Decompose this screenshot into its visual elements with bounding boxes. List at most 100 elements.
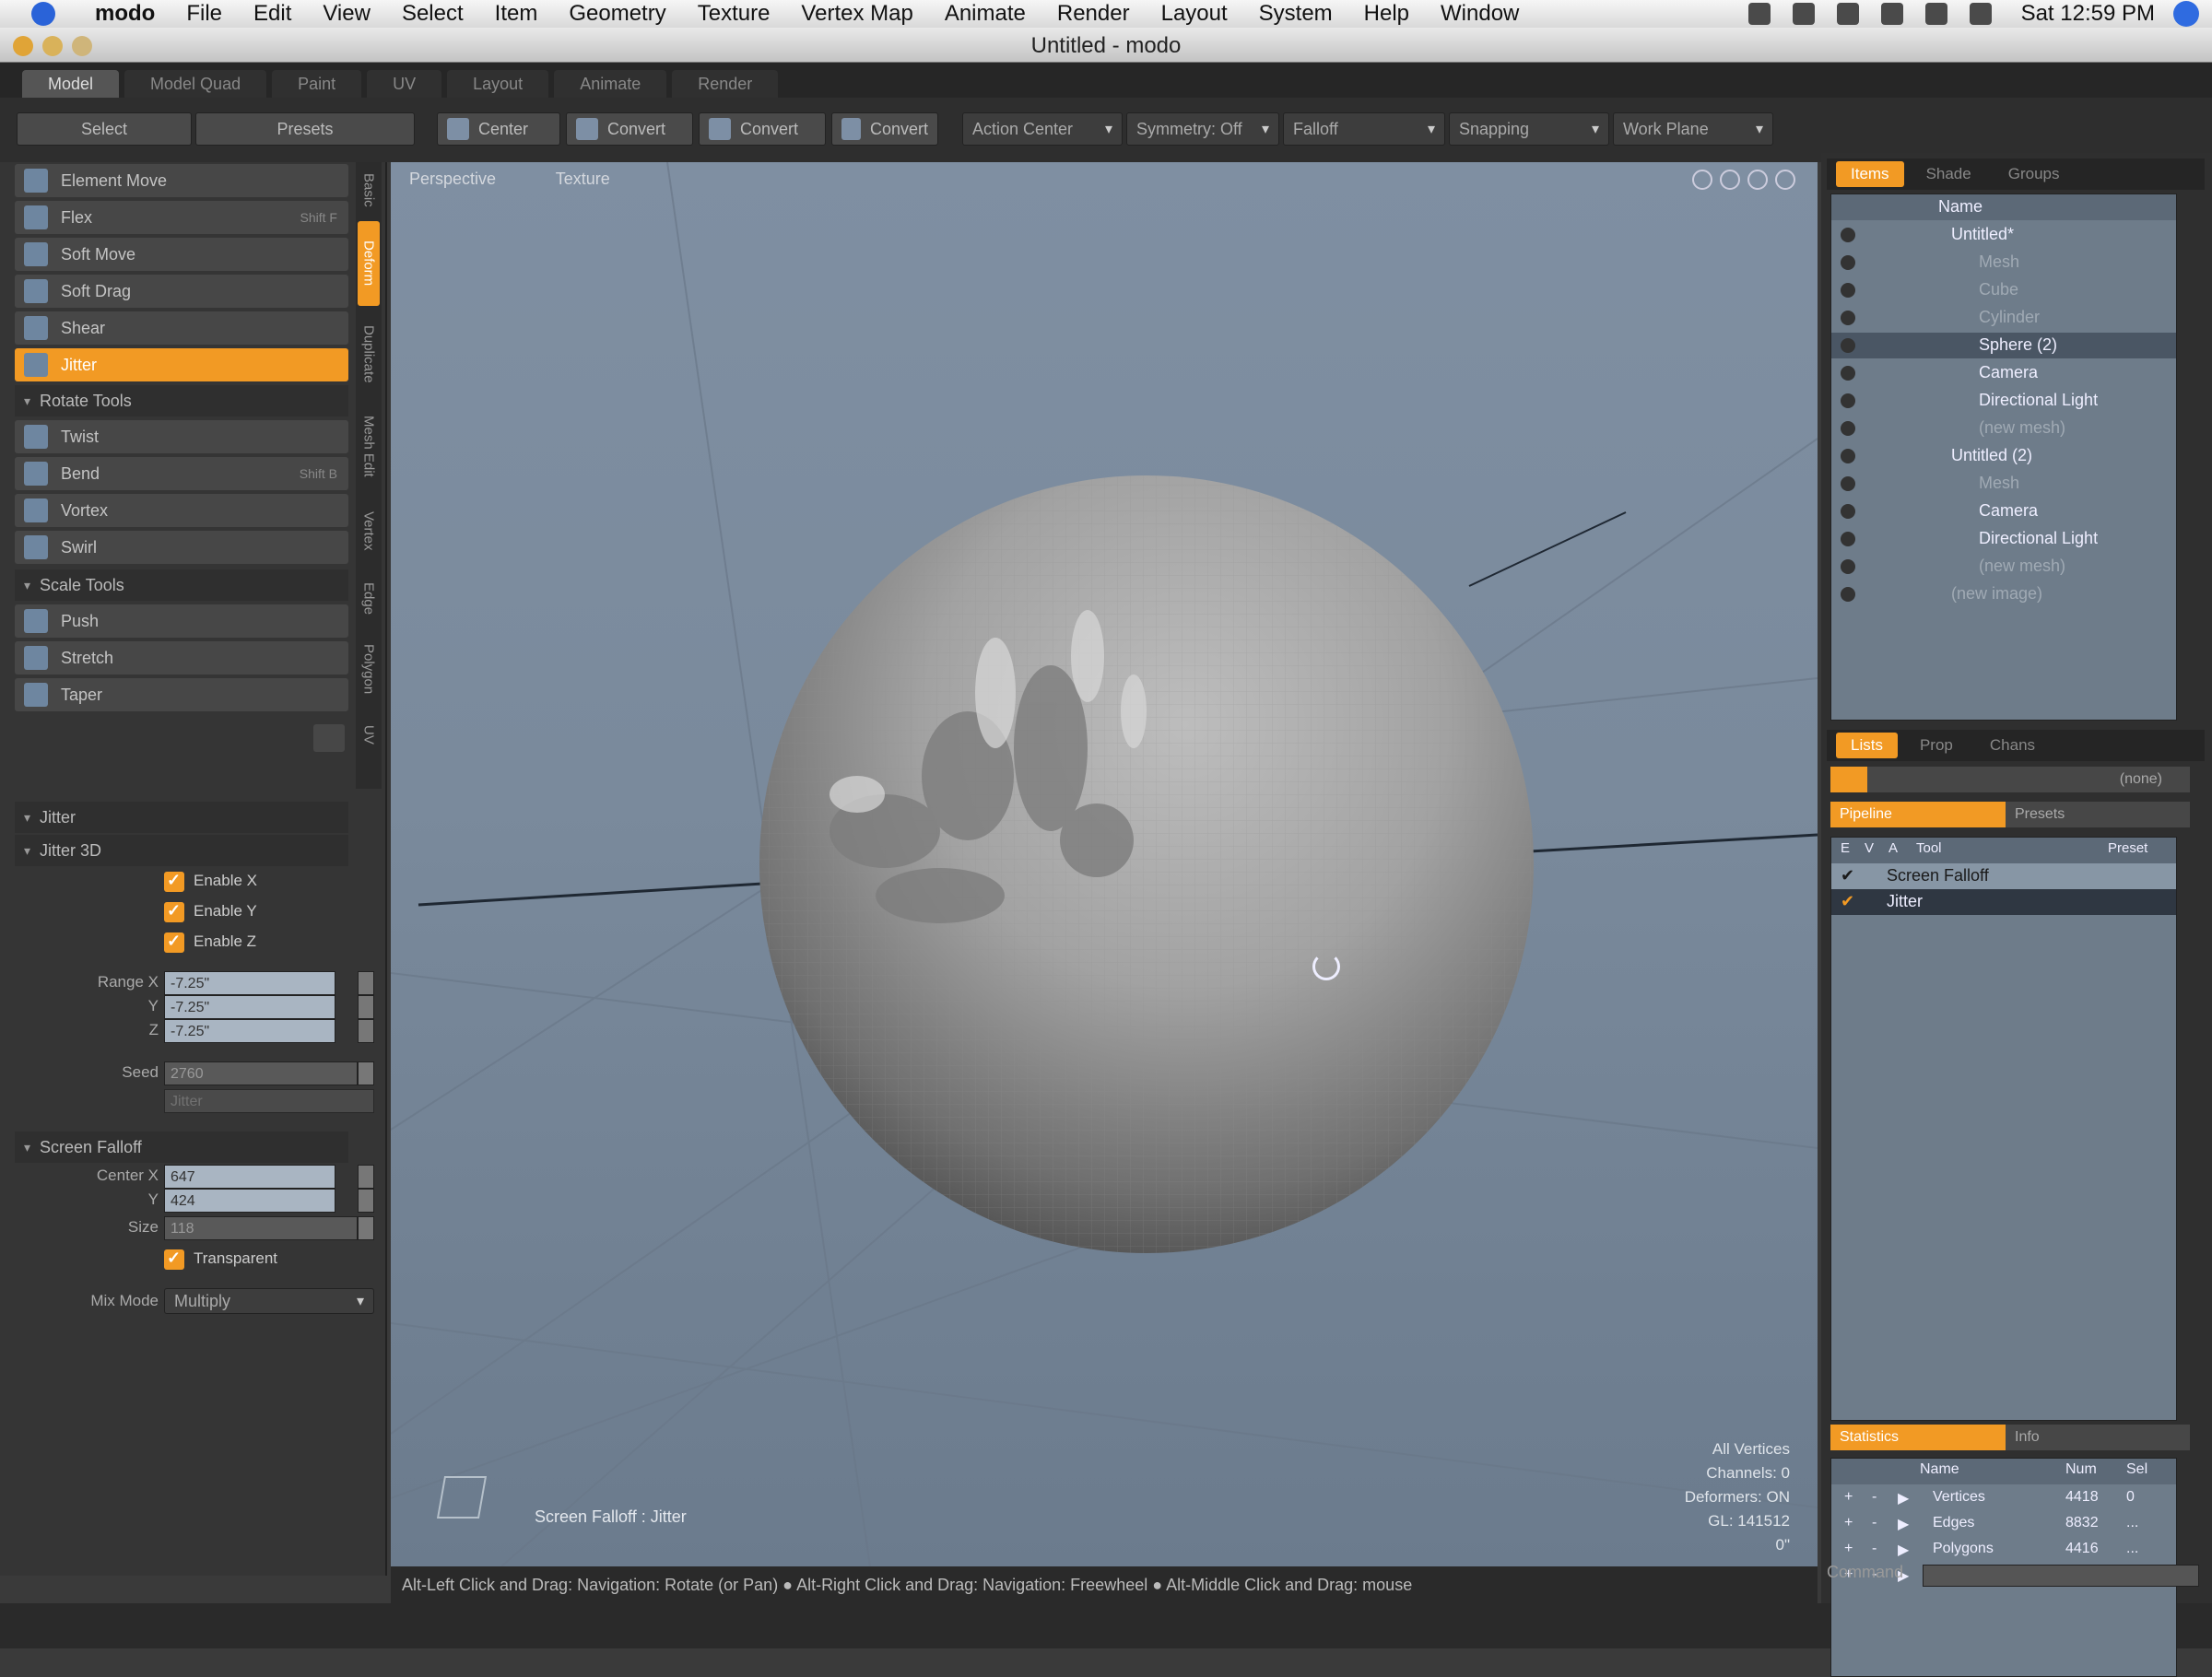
mode-select-icon[interactable]: [1830, 767, 1867, 792]
presets-button[interactable]: Presets: [2006, 802, 2190, 827]
visibility-eye-icon[interactable]: [1841, 255, 1855, 270]
menu-select[interactable]: Select: [386, 1, 479, 27]
convert-button-2[interactable]: Convert: [699, 112, 826, 146]
jitter-section[interactable]: Jitter: [15, 802, 348, 833]
3d-viewport[interactable]: Perspective Texture All Vertices Channel…: [391, 162, 1818, 1566]
symmetry-dropdown[interactable]: Symmetry: Off: [1126, 112, 1279, 146]
tool-pipe-row[interactable]: ✔ Screen Falloff: [1831, 863, 2176, 889]
expand-arrow-icon[interactable]: ▶: [1898, 1489, 1909, 1507]
range-x-field[interactable]: -7.25": [164, 971, 335, 995]
side-tab-vertex[interactable]: Vertex: [358, 494, 380, 568]
visibility-eye-icon[interactable]: [1841, 366, 1855, 381]
screen-falloff-section[interactable]: Screen Falloff: [15, 1132, 348, 1163]
item-row[interactable]: Cube: [1831, 277, 2176, 303]
center-x-stepper[interactable]: [358, 1165, 374, 1189]
apple-menu-icon[interactable]: [31, 2, 55, 26]
tool-stretch[interactable]: Stretch: [15, 641, 348, 674]
visibility-eye-icon[interactable]: [1841, 476, 1855, 491]
side-tab-mesh-edit[interactable]: Mesh Edit: [358, 402, 380, 490]
clock[interactable]: Sat 12:59 PM: [2003, 1, 2173, 27]
menu-system[interactable]: System: [1243, 1, 1348, 27]
visibility-eye-icon[interactable]: [1841, 587, 1855, 602]
range-x-stepper[interactable]: [358, 971, 374, 995]
tool-vortex[interactable]: Vortex: [15, 494, 348, 527]
menu-edit[interactable]: Edit: [238, 1, 307, 27]
visibility-eye-icon[interactable]: [1841, 311, 1855, 325]
tool-push[interactable]: Push: [15, 604, 348, 638]
tool-shear[interactable]: Shear: [15, 311, 348, 345]
display-icon[interactable]: [1924, 3, 1947, 25]
side-tab-edge[interactable]: Edge: [358, 571, 380, 627]
mix-mode-dropdown[interactable]: Multiply: [164, 1288, 374, 1314]
tool-soft-drag[interactable]: Soft Drag: [15, 275, 348, 308]
visibility-eye-icon[interactable]: [1841, 421, 1855, 436]
mode-dropdown[interactable]: (none): [1867, 767, 2190, 792]
transparent-checkbox[interactable]: [164, 1249, 184, 1270]
falloff-dropdown[interactable]: Falloff: [1283, 112, 1445, 146]
menu-geometry[interactable]: Geometry: [553, 1, 681, 27]
jittered-sphere-mesh[interactable]: [756, 472, 1537, 1255]
visibility-eye-icon[interactable]: [1841, 283, 1855, 298]
visibility-eye-icon[interactable]: [1841, 393, 1855, 408]
seed-extra-field[interactable]: Jitter: [164, 1089, 374, 1113]
item-row[interactable]: (new image): [1831, 581, 2176, 607]
tab-chans[interactable]: Chans: [1975, 733, 2050, 758]
center-x-field[interactable]: 647: [164, 1165, 335, 1189]
side-tab-basic[interactable]: Basic: [358, 162, 380, 217]
tool-twist[interactable]: Twist: [15, 420, 348, 453]
jitter-3d-section[interactable]: Jitter 3D: [15, 835, 348, 866]
item-row[interactable]: Cylinder: [1831, 305, 2176, 331]
expand-panel-icon[interactable]: [313, 724, 345, 752]
menu-animate[interactable]: Animate: [929, 1, 1041, 27]
seed-stepper[interactable]: [358, 1061, 374, 1085]
volume-icon[interactable]: [1880, 3, 1903, 25]
side-tab-uv[interactable]: UV: [358, 711, 380, 757]
add-selection-icon[interactable]: +: [1844, 1541, 1853, 1557]
side-tab-deform[interactable]: Deform: [358, 221, 380, 306]
tool-soft-move[interactable]: Soft Move: [15, 238, 348, 271]
remove-selection-icon[interactable]: -: [1872, 1489, 1877, 1506]
visibility-eye-icon[interactable]: [1841, 559, 1855, 574]
expand-arrow-icon[interactable]: ▶: [1898, 1541, 1909, 1559]
scale-tools-section[interactable]: Scale Tools: [15, 569, 348, 601]
visibility-eye-icon[interactable]: [1841, 449, 1855, 463]
range-z-field[interactable]: -7.25": [164, 1019, 335, 1043]
info-button[interactable]: Info: [2006, 1425, 2190, 1450]
tool-taper[interactable]: Taper: [15, 678, 348, 711]
tab-lists[interactable]: Lists: [1836, 733, 1898, 758]
visibility-eye-icon[interactable]: [1841, 338, 1855, 353]
menu-app[interactable]: modo: [79, 1, 171, 27]
item-row[interactable]: Camera: [1831, 498, 2176, 524]
menu-item[interactable]: Item: [479, 1, 554, 27]
menu-file[interactable]: File: [171, 1, 238, 27]
add-selection-icon[interactable]: +: [1844, 1489, 1853, 1506]
remove-selection-icon[interactable]: -: [1872, 1541, 1877, 1557]
tool-element-move[interactable]: Element Move: [15, 164, 348, 197]
menu-texture[interactable]: Texture: [682, 1, 786, 27]
add-selection-icon[interactable]: +: [1844, 1515, 1853, 1531]
tab-model-quad[interactable]: Model Quad: [124, 70, 267, 98]
sync-icon[interactable]: [1747, 3, 1771, 25]
size-stepper[interactable]: [358, 1216, 374, 1240]
side-tab-duplicate[interactable]: Duplicate: [358, 310, 380, 398]
item-row[interactable]: Camera: [1831, 360, 2176, 386]
expand-arrow-icon[interactable]: ▶: [1898, 1515, 1909, 1533]
item-row[interactable]: Mesh: [1831, 471, 2176, 497]
enable-x-checkbox[interactable]: [164, 871, 184, 892]
menu-vertex-map[interactable]: Vertex Map: [785, 1, 928, 27]
snapping-dropdown[interactable]: Snapping: [1449, 112, 1609, 146]
center-y-field[interactable]: 424: [164, 1189, 335, 1213]
select-tab[interactable]: Select: [17, 112, 192, 146]
statistics-row[interactable]: + - ▶ Vertices 4418 0: [1831, 1486, 2176, 1512]
side-tab-polygon[interactable]: Polygon: [358, 630, 380, 708]
remove-selection-icon[interactable]: -: [1872, 1515, 1877, 1531]
item-row[interactable]: Directional Light: [1831, 388, 2176, 414]
item-row[interactable]: Mesh: [1831, 250, 2176, 276]
tab-uv[interactable]: UV: [367, 70, 442, 98]
tab-shade[interactable]: Shade: [1912, 161, 1986, 187]
tab-animate[interactable]: Animate: [554, 70, 667, 98]
presets-tab[interactable]: Presets: [195, 112, 415, 146]
range-y-field[interactable]: -7.25": [164, 995, 335, 1019]
tab-paint[interactable]: Paint: [272, 70, 362, 98]
item-row[interactable]: Untitled*: [1831, 222, 2176, 248]
